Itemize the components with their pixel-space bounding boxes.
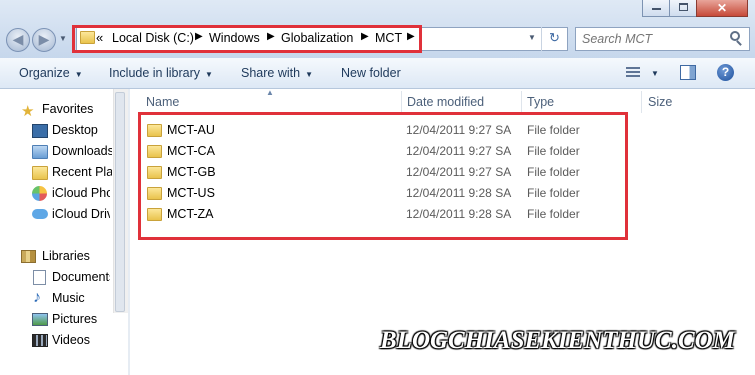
maximize-button[interactable] — [669, 0, 697, 17]
sort-ascending-icon: ▲ — [266, 88, 274, 97]
column-divider[interactable] — [401, 91, 402, 113]
back-arrow-icon: ◀ — [12, 31, 24, 47]
new-folder-button[interactable]: New folder — [341, 66, 401, 80]
refresh-icon: ↻ — [549, 30, 560, 45]
maximize-icon — [679, 3, 688, 11]
search-input[interactable] — [575, 27, 750, 51]
column-header-size[interactable]: Size — [648, 95, 672, 109]
recent-places-icon — [32, 166, 48, 180]
minimize-button[interactable] — [642, 0, 670, 17]
chevron-down-icon: ▼ — [305, 70, 313, 79]
details-view-icon — [626, 67, 640, 78]
nav-scrollbar-thumb[interactable] — [115, 92, 125, 312]
nav-item-documents[interactable]: Documents — [52, 270, 110, 284]
refresh-button[interactable]: ↻ — [541, 27, 568, 51]
music-icon: ♪ — [33, 289, 41, 306]
nav-item-recent-places[interactable]: Recent Places — [52, 165, 112, 179]
rows-highlight-box — [138, 112, 628, 240]
icloud-drive-icon — [32, 209, 48, 219]
column-header-type[interactable]: Type — [527, 95, 554, 109]
organize-label: Organize — [19, 66, 70, 80]
chevron-down-icon: ▼ — [205, 70, 213, 79]
back-button[interactable]: ◀ — [6, 28, 30, 52]
nav-libraries[interactable]: Libraries — [42, 249, 90, 263]
nav-item-icloud-photos[interactable]: iCloud Photos — [52, 186, 110, 200]
chevron-down-icon[interactable]: ▼ — [651, 69, 659, 78]
nav-item-desktop[interactable]: Desktop — [52, 123, 112, 137]
include-in-library-menu[interactable]: Include in library ▼ — [109, 66, 213, 80]
libraries-icon — [21, 250, 36, 263]
nav-item-icloud-drive[interactable]: iCloud Drive — [52, 207, 110, 221]
column-divider[interactable] — [641, 91, 642, 113]
close-button[interactable]: ✕ — [696, 0, 748, 17]
watermark: BLOGCHIASEKIENTHUC.COM — [380, 327, 735, 354]
share-with-label: Share with — [241, 66, 301, 80]
pane-splitter[interactable] — [128, 89, 130, 375]
share-with-menu[interactable]: Share with ▼ — [241, 66, 313, 80]
view-options-button[interactable] — [626, 67, 640, 78]
chevron-down-icon: ▼ — [74, 70, 83, 79]
search-icon[interactable] — [730, 31, 742, 46]
nav-item-music[interactable]: Music — [52, 291, 85, 305]
organize-menu[interactable]: Organize ▼ — [19, 66, 83, 80]
column-header-date-modified[interactable]: Date modified — [407, 95, 484, 109]
close-icon: ✕ — [717, 1, 728, 15]
forward-arrow-icon: ▶ — [38, 31, 50, 47]
recent-locations-dropdown-icon[interactable]: ▼ — [59, 34, 67, 43]
star-icon: ★ — [21, 103, 35, 120]
address-history-dropdown-icon[interactable]: ▼ — [528, 33, 536, 42]
downloads-icon — [32, 145, 48, 159]
column-divider[interactable] — [521, 91, 522, 113]
column-header-name[interactable]: Name — [146, 95, 179, 109]
desktop-icon — [32, 124, 48, 138]
pictures-icon — [32, 313, 48, 326]
videos-icon — [32, 334, 48, 347]
preview-pane-icon[interactable] — [680, 65, 696, 80]
forward-button[interactable]: ▶ — [32, 28, 56, 52]
address-highlight-box — [72, 25, 422, 53]
include-in-library-label: Include in library — [109, 66, 201, 80]
help-icon[interactable]: ? — [717, 64, 734, 81]
nav-item-pictures[interactable]: Pictures — [52, 312, 97, 326]
nav-item-videos[interactable]: Videos — [52, 333, 90, 347]
documents-icon — [33, 270, 46, 285]
nav-favorites[interactable]: Favorites — [42, 102, 93, 116]
minimize-icon — [652, 8, 661, 10]
icloud-photos-icon — [32, 186, 47, 201]
nav-item-downloads[interactable]: Downloads — [52, 144, 112, 158]
